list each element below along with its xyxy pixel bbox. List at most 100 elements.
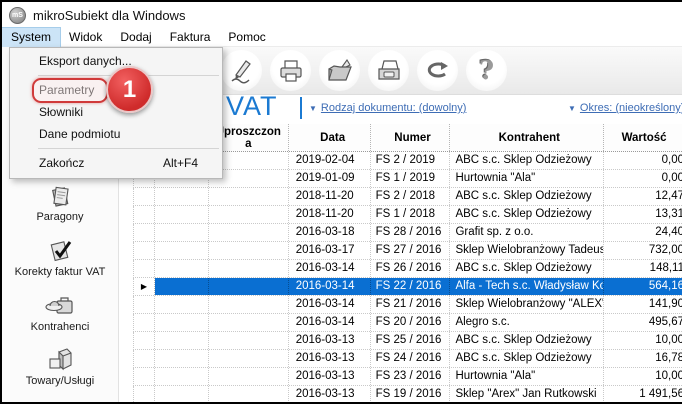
row-uproszczona-cell [209, 386, 289, 402]
app-icon: mS [9, 6, 26, 24]
table-row[interactable]: 2016-03-14 FS 20 / 2016 Alegro s.c. 495,… [133, 314, 682, 332]
sidebar-item-partial[interactable] [2, 399, 118, 402]
row-date-cell: 2018-11-20 [289, 188, 371, 205]
doc-type-filter[interactable]: ▼ Rodzaj dokumentu: (dowolny) [309, 102, 466, 114]
row-uproszczona-cell [209, 296, 289, 313]
row-selector-cell [134, 224, 155, 241]
row-date-cell: 2016-03-13 [289, 386, 371, 402]
header-wartosc[interactable]: Wartość [604, 124, 682, 151]
annotation-badge-1: 1 [106, 66, 153, 113]
row-flag-cell [155, 260, 209, 277]
table-row[interactable]: 2016-03-13 FS 25 / 2016 ABC s.c. Sklep O… [133, 332, 682, 350]
row-uproszczona-cell [209, 188, 289, 205]
table-row[interactable]: 2016-03-17 FS 27 / 2016 Sklep Wielobranż… [133, 242, 682, 260]
open-folder-icon[interactable] [319, 50, 360, 91]
menubar-item-pomoc[interactable]: Pomoc [219, 28, 274, 47]
chevron-down-icon: ▼ [309, 104, 317, 113]
row-date-cell: 2016-03-13 [289, 368, 371, 385]
menubar-item-widok[interactable]: Widok [60, 28, 111, 47]
row-uproszczona-cell [209, 260, 289, 277]
row-date-cell: 2016-03-17 [289, 242, 371, 259]
row-value-cell: 24,40 [604, 224, 682, 241]
printer-icon[interactable] [270, 50, 311, 91]
row-contractor-cell: ABC s.c. Sklep Odzieżowy [450, 350, 605, 367]
row-date-cell: 2019-01-09 [289, 170, 371, 187]
row-number-cell: FS 2 / 2018 [371, 188, 451, 205]
menubar-item-system[interactable]: System [2, 27, 62, 48]
row-number-cell: FS 26 / 2016 [371, 260, 451, 277]
row-uproszczona-cell [208, 278, 289, 295]
header-data[interactable]: Data [289, 124, 371, 151]
row-number-cell: FS 25 / 2016 [371, 332, 451, 349]
help-icon[interactable]: ? [466, 50, 507, 91]
pen-icon[interactable] [221, 50, 262, 91]
table-row[interactable]: 2016-03-14 FS 26 / 2016 ABC s.c. Sklep O… [133, 260, 682, 278]
menubar-item-dodaj[interactable]: Dodaj [111, 28, 160, 47]
row-flag-cell [155, 242, 209, 259]
row-contractor-cell: Hurtownia "Ala" [450, 368, 605, 385]
table-row[interactable]: 2016-03-14 FS 21 / 2016 Sklep Wielobranż… [133, 296, 682, 314]
window-title: mikroSubiekt dla Windows [33, 7, 186, 23]
header-kontrahent[interactable]: Kontrahent [450, 124, 605, 151]
row-contractor-cell: ABC s.c. Sklep Odzieżowy [450, 206, 605, 223]
sidebar-item-towary-uslugi[interactable]: Towary/Usługi [2, 346, 118, 387]
period-filter[interactable]: ▼ Okres: (nieokreślony) [568, 102, 682, 114]
row-value-cell: 564,16 [604, 278, 682, 295]
row-selector-cell [134, 206, 155, 223]
row-uproszczona-cell [209, 224, 289, 241]
table-row[interactable]: 2016-03-18 FS 28 / 2016 Grafit sp. z o.o… [133, 224, 682, 242]
row-selector-cell: ▶ [134, 278, 155, 295]
undo-icon[interactable] [417, 50, 458, 91]
table-body: 2019-02-04 FS 2 / 2019 ABC s.c. Sklep Od… [133, 152, 682, 402]
row-contractor-cell: Alfa - Tech s.c. Władysław Ko [450, 278, 605, 295]
app-window: mS mikroSubiekt dla Windows System Widok… [0, 0, 682, 404]
table-row[interactable]: 2018-11-20 FS 1 / 2018 ABC s.c. Sklep Od… [133, 206, 682, 224]
goods-box-icon [45, 346, 75, 374]
row-uproszczona-cell [209, 350, 289, 367]
partial-icon [45, 399, 75, 402]
print-tray-icon[interactable] [368, 50, 409, 91]
table-row[interactable]: 2016-03-13 FS 23 / 2016 Hurtownia "Ala" … [133, 368, 682, 386]
row-value-cell: 12,47 [604, 188, 682, 205]
row-uproszczona-cell [209, 314, 289, 331]
menubar-item-faktura[interactable]: Faktura [161, 28, 220, 47]
row-value-cell: 10,00 [604, 332, 682, 349]
table-row[interactable]: 2016-03-13 FS 24 / 2016 ABC s.c. Sklep O… [133, 350, 682, 368]
row-contractor-cell: Grafit sp. z o.o. [450, 224, 605, 241]
table-row[interactable]: 2018-11-20 FS 2 / 2018 ABC s.c. Sklep Od… [133, 188, 682, 206]
row-flag-cell [155, 296, 209, 313]
row-number-cell: FS 22 / 2016 [370, 278, 451, 295]
menu-separator [38, 148, 219, 149]
row-contractor-cell: Hurtownia "Ala" [450, 170, 605, 187]
sidebar-item-korekty-faktur-vat[interactable]: Korekty faktur VAT [2, 238, 118, 278]
row-contractor-cell: Sklep "Arex" Jan Rutkowski [450, 386, 605, 402]
menu-shortcut: Alt+F4 [162, 156, 198, 170]
row-number-cell: FS 27 / 2016 [371, 242, 451, 259]
row-contractor-cell: ABC s.c. Sklep Odzieżowy [450, 332, 605, 349]
sidebar-item-kontrahenci[interactable]: Kontrahenci [2, 292, 118, 333]
row-flag-cell [155, 386, 209, 402]
row-date-cell: 2016-03-14 [289, 314, 371, 331]
row-selector-cell [134, 332, 155, 349]
briefcase-icon [44, 292, 76, 320]
row-number-cell: FS 21 / 2016 [371, 296, 451, 313]
row-uproszczona-cell [209, 368, 289, 385]
row-date-cell: 2018-11-20 [289, 206, 371, 223]
menu-item-zakoncz[interactable]: Zakończ Alt+F4 [10, 152, 222, 174]
row-selector-cell [134, 260, 155, 277]
table-row[interactable]: ▶ 2016-03-14 FS 22 / 2016 Alfa - Tech s.… [133, 278, 682, 296]
row-value-cell: 0,00 [604, 152, 682, 169]
title-separator [300, 97, 302, 119]
sidebar-item-paragony[interactable]: Paragony [2, 183, 118, 223]
row-selector-cell [134, 188, 155, 205]
row-number-cell: FS 19 / 2016 [371, 386, 451, 402]
menu-item-dane-podmiotu[interactable]: Dane podmiotu [10, 123, 222, 145]
row-value-cell: 13,31 [604, 206, 682, 223]
row-number-cell: FS 28 / 2016 [371, 224, 451, 241]
table-row[interactable]: 2016-03-13 FS 19 / 2016 Sklep "Arex" Jan… [133, 386, 682, 402]
row-value-cell: 148,11 [604, 260, 682, 277]
row-flag-cell [155, 224, 209, 241]
header-numer[interactable]: Numer [371, 124, 451, 151]
row-date-cell: 2016-03-13 [289, 332, 371, 349]
row-flag-cell [155, 188, 209, 205]
